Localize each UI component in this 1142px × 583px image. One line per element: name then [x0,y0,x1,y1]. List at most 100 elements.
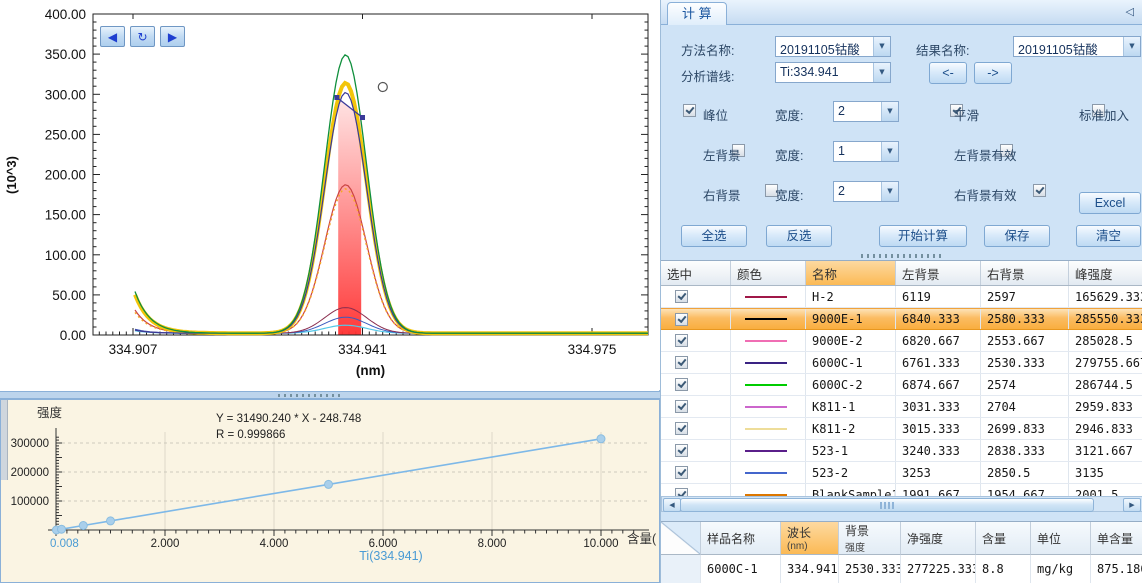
column-header-1[interactable]: 颜色 [731,261,806,285]
sample-result-grid: 样品名称波长(nm)背景强度净强度含量单位单含量6000C-1334.94125… [661,521,1142,583]
spectral-chart[interactable]: 0.0050.00100.00150.00200.00250.00300.003… [0,0,660,390]
scrollbar-right-arrow[interactable]: ▶ [1123,498,1141,512]
right-bg-valid-label: 右背景有效 [954,185,1017,204]
cell-left-bg: 6119 [896,286,981,307]
start-calculate-button[interactable]: 开始计算 [879,225,967,247]
result-row[interactable]: 6000C-1334.9412530.333277225.3338.8mg/kg… [661,555,1142,583]
row-checkbox[interactable] [675,422,688,435]
svg-text:334.975: 334.975 [568,342,617,357]
select-all-button[interactable]: 全选 [681,225,747,247]
result-column-header-6[interactable]: 单含量 [1091,522,1142,555]
combo-arrow-icon[interactable]: ▼ [1123,37,1140,56]
combo-arrow-icon[interactable]: ▼ [873,37,890,56]
cell-name: 6000C-2 [806,374,896,395]
cell-right-bg: 2530.333 [981,352,1069,373]
cell-peak-intensity: 3135 [1069,462,1142,483]
row-checkbox[interactable] [675,400,688,413]
result-column-header-0[interactable]: 样品名称 [701,522,781,555]
next-line-button[interactable]: -> [974,62,1012,84]
table-horizontal-scrollbar[interactable]: ◀ ▶ [661,496,1142,512]
save-button[interactable]: 保存 [984,225,1050,247]
column-header-0[interactable]: 选中 [661,261,731,285]
cell-left-bg: 1991.667 [896,484,981,496]
table-row[interactable]: 523-232532850.53135 [661,462,1142,484]
combo-arrow-icon[interactable]: ▼ [881,102,898,121]
series-color-swatch [745,450,787,452]
tab-calculate[interactable]: 计 算 [667,2,727,25]
result-name-combobox[interactable]: 20191105钴酸 ▼ [1013,36,1141,57]
cell-right-bg: 2580.333 [981,309,1069,329]
row-checkbox[interactable] [675,466,688,479]
cell-peak-intensity: 285550.333 [1069,309,1142,329]
calibration-chart-panel[interactable]: 1000002000003000000.0082.0004.0006.0008.… [0,399,660,583]
splitter-grip[interactable] [278,394,342,397]
result-column-header-5[interactable]: 单位 [1031,522,1091,555]
combo-arrow-icon[interactable]: ▼ [873,63,890,82]
row-checkbox[interactable] [675,488,688,496]
combo-arrow-icon[interactable]: ▼ [881,142,898,161]
cell-right-bg: 2574 [981,374,1069,395]
result-cell-2: 2530.333 [839,555,901,583]
result-column-header-3[interactable]: 净强度 [901,522,976,555]
width-label-3: 宽度: [775,185,803,204]
cell-right-bg: 2850.5 [981,462,1069,483]
table-row[interactable]: K811-13031.33327042959.833 [661,396,1142,418]
spectral-chart-panel[interactable]: 0.0050.00100.00150.00200.00250.00300.003… [0,0,660,391]
result-column-header-2[interactable]: 背景强度 [839,522,901,555]
right-bg-valid-checkbox[interactable] [1033,184,1046,197]
series-color-swatch [745,406,787,408]
series-color-swatch [745,318,787,320]
analysis-line-combobox[interactable]: Ti:334.941 ▼ [775,62,891,83]
prev-line-button[interactable]: <- [929,62,967,84]
collapse-panel-icon[interactable]: ◁ [1126,5,1134,18]
column-header-2[interactable]: 名称 [806,261,896,285]
left-bg-width-combobox[interactable]: 1 ▼ [833,141,899,162]
column-header-5[interactable]: 峰强度 [1069,261,1142,285]
peak-width-combobox[interactable]: 2 ▼ [833,101,899,122]
scrollbar-thumb[interactable] [680,498,1094,512]
svg-text:8.000: 8.000 [478,538,507,550]
cell-left-bg: 3015.333 [896,418,981,439]
row-checkbox[interactable] [675,356,688,369]
table-row[interactable]: 6000C-26874.6672574286744.5 [661,374,1142,396]
calibration-chart[interactable]: 1000002000003000000.0082.0004.0006.0008.… [1,400,659,582]
table-splitter-grip[interactable] [861,254,941,258]
svg-text:50.00: 50.00 [52,288,86,303]
table-row[interactable]: K811-23015.3332699.8332946.833 [661,418,1142,440]
row-checkbox[interactable] [675,334,688,347]
method-name-combobox[interactable]: 20191105钴酸 ▼ [775,36,891,57]
table-row[interactable]: BlankSample11991.6671954.6672001.5 [661,484,1142,496]
row-checkbox[interactable] [675,378,688,391]
table-row[interactable]: H-261192597165629.333 [661,286,1142,308]
column-header-3[interactable]: 左背景 [896,261,981,285]
table-row[interactable]: 9000E-16840.3332580.333285550.333 [661,308,1142,330]
result-column-header-1[interactable]: 波长(nm) [781,522,839,555]
scroll-left-button[interactable]: ◀ [100,26,125,47]
row-checkbox[interactable] [675,444,688,457]
table-row[interactable]: 6000C-16761.3332530.333279755.667 [661,352,1142,374]
peak-checkbox[interactable] [683,104,696,117]
combo-arrow-icon[interactable]: ▼ [881,182,898,201]
table-row[interactable]: 9000E-26820.6672553.667285028.5 [661,330,1142,352]
svg-text:334.907: 334.907 [109,342,158,357]
result-column-header-4[interactable]: 含量 [976,522,1031,555]
cell-peak-intensity: 285028.5 [1069,330,1142,351]
cell-name: H-2 [806,286,896,307]
row-checkbox[interactable] [675,313,688,326]
refresh-button[interactable]: ↻ [130,26,155,47]
svg-text:0.008: 0.008 [50,538,79,550]
scrollbar-left-arrow[interactable]: ◀ [663,498,681,512]
row-checkbox[interactable] [675,290,688,303]
excel-button[interactable]: Excel [1079,192,1141,214]
cell-peak-intensity: 279755.667 [1069,352,1142,373]
cell-name: BlankSample1 [806,484,896,496]
column-header-4[interactable]: 右背景 [981,261,1069,285]
clear-button[interactable]: 清空 [1076,225,1141,247]
scroll-right-button[interactable]: ▶ [160,26,185,47]
invert-selection-button[interactable]: 反选 [766,225,832,247]
horizontal-splitter[interactable] [0,391,660,399]
right-bg-width-combobox[interactable]: 2 ▼ [833,181,899,202]
table-row[interactable]: 523-13240.3332838.3333121.667 [661,440,1142,462]
left-bg-valid-label: 左背景有效 [954,145,1017,164]
cell-left-bg: 6874.667 [896,374,981,395]
